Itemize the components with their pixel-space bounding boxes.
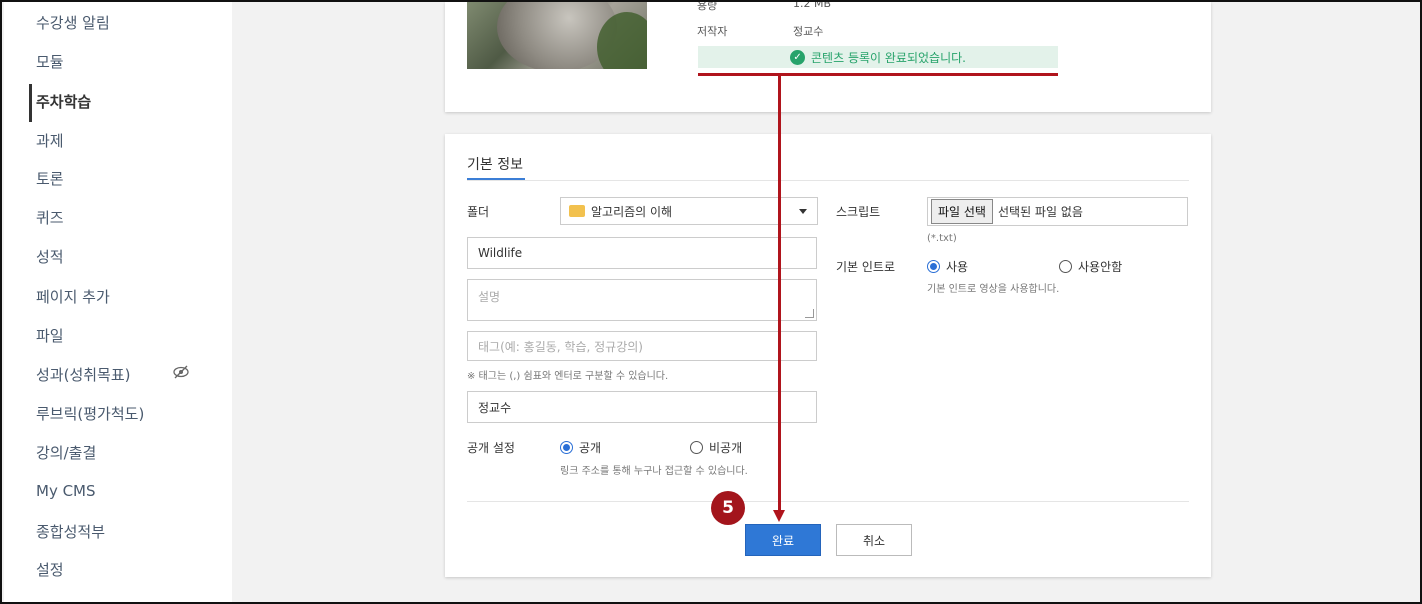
sidebar-item-discussions[interactable]: 토론 xyxy=(36,168,64,189)
intro-use-label: 사용 xyxy=(946,260,969,274)
visibility-private-label: 비공개 xyxy=(709,441,743,455)
title-value: Wildlife xyxy=(478,246,523,260)
description-textarea[interactable]: 설명 xyxy=(467,279,817,321)
visibility-private-radio[interactable]: 비공개 xyxy=(690,439,742,456)
success-banner: ✓ 콘텐츠 등록이 완료되었습니다. xyxy=(698,46,1058,68)
sidebar-item-grades[interactable]: 성적 xyxy=(36,246,64,267)
highlight-underline xyxy=(698,73,1058,76)
intro-hint: 기본 인트로 영상을 사용합니다. xyxy=(927,284,1060,295)
upload-result-card: 용량 1.2 MB 저작자 정교수 ✓ 콘텐츠 등록이 완료되었습니다. xyxy=(445,2,1211,112)
script-file-input[interactable]: 파일 선택 선택된 파일 없음 xyxy=(927,197,1188,226)
actions-divider xyxy=(467,501,1189,502)
sidebar-item-rubrics[interactable]: 루브릭(평가척도) xyxy=(36,403,144,424)
check-circle-icon: ✓ xyxy=(790,49,806,65)
visibility-public-label: 공개 xyxy=(579,441,602,455)
sidebar-item-gradebook[interactable]: 종합성적부 xyxy=(36,521,105,542)
annotation-arrow-line xyxy=(778,75,781,512)
success-message: 콘텐츠 등록이 완료되었습니다. xyxy=(811,50,966,65)
script-label: 스크립트 xyxy=(836,205,881,219)
tags-input[interactable]: 태그(예: 홍길동, 학습, 정규강의) xyxy=(467,331,817,361)
intro-label: 기본 인트로 xyxy=(836,260,896,274)
eye-slash-icon xyxy=(172,363,190,381)
sidebar-item-my-cms[interactable]: My CMS xyxy=(36,482,96,500)
sidebar-item-modules[interactable]: 모듈 xyxy=(36,51,64,72)
folder-value: 알고리즘의 이해 xyxy=(591,204,673,219)
arrow-down-icon xyxy=(773,510,785,522)
author-input-value: 정교수 xyxy=(478,400,512,415)
sidebar-item-weekly-learning[interactable]: 주차학습 xyxy=(36,91,91,112)
title-input[interactable]: Wildlife xyxy=(467,237,817,269)
caret-down-icon xyxy=(799,209,807,214)
tags-hint: ※ 태그는 (,) 쉼표와 엔터로 구분할 수 있습니다. xyxy=(467,371,669,382)
sidebar-item-quizzes[interactable]: 퀴즈 xyxy=(36,207,64,228)
visibility-label: 공개 설정 xyxy=(467,441,515,455)
author-label: 저작자 xyxy=(697,25,728,38)
course-sidebar: 수강생 알림 모듈 주차학습 과제 토론 퀴즈 성적 페이지 추가 파일 성과(… xyxy=(4,2,232,602)
tags-placeholder: 태그(예: 홍길동, 학습, 정규강의) xyxy=(478,339,643,354)
cancel-button[interactable]: 취소 xyxy=(836,524,912,556)
radio-checked-icon xyxy=(927,260,940,273)
description-placeholder: 설명 xyxy=(478,290,501,304)
sidebar-item-student-notice[interactable]: 수강생 알림 xyxy=(36,12,110,33)
sidebar-item-attendance[interactable]: 강의/출결 xyxy=(36,442,96,463)
step-badge: 5 xyxy=(711,491,745,525)
file-hint: (*.txt) xyxy=(927,233,957,244)
visibility-hint: 링크 주소를 통해 누구나 접근할 수 있습니다. xyxy=(560,466,748,477)
choose-file-button[interactable]: 파일 선택 xyxy=(931,199,993,224)
intro-use-radio[interactable]: 사용 xyxy=(927,258,968,275)
basic-info-card: 기본 정보 폴더 알고리즘의 이해 Wildlife 설명 태그(예: 홍길동,… xyxy=(445,134,1211,577)
sidebar-item-add-page[interactable]: 페이지 추가 xyxy=(36,286,110,307)
intro-nouse-label: 사용안함 xyxy=(1078,260,1123,274)
resize-handle-icon[interactable] xyxy=(805,309,814,318)
author-value: 정교수 xyxy=(793,25,824,38)
video-thumbnail xyxy=(467,2,647,69)
sidebar-item-outcomes[interactable]: 성과(성취목표) xyxy=(36,364,131,385)
sidebar-item-settings[interactable]: 설정 xyxy=(36,559,64,580)
radio-checked-icon xyxy=(560,441,573,454)
sidebar-item-files[interactable]: 파일 xyxy=(36,325,64,346)
tab-divider xyxy=(467,180,1189,181)
folder-icon xyxy=(569,205,585,217)
radio-unchecked-icon xyxy=(1059,260,1072,273)
radio-unchecked-icon xyxy=(690,441,703,454)
screen-frame: 수강생 알림 모듈 주차학습 과제 토론 퀴즈 성적 페이지 추가 파일 성과(… xyxy=(0,0,1422,604)
active-indicator xyxy=(29,84,32,122)
tab-basic-info[interactable]: 기본 정보 xyxy=(467,154,523,174)
file-status: 선택된 파일 없음 xyxy=(997,205,1083,219)
sidebar-item-assignments[interactable]: 과제 xyxy=(36,130,64,151)
confirm-button[interactable]: 완료 xyxy=(745,524,821,556)
size-value: 1.2 MB xyxy=(793,0,832,10)
visibility-public-radio[interactable]: 공개 xyxy=(560,439,601,456)
author-input[interactable]: 정교수 xyxy=(467,391,817,423)
folder-label: 폴더 xyxy=(467,205,490,219)
size-label: 용량 xyxy=(697,0,718,12)
intro-nouse-radio[interactable]: 사용안함 xyxy=(1059,258,1122,275)
